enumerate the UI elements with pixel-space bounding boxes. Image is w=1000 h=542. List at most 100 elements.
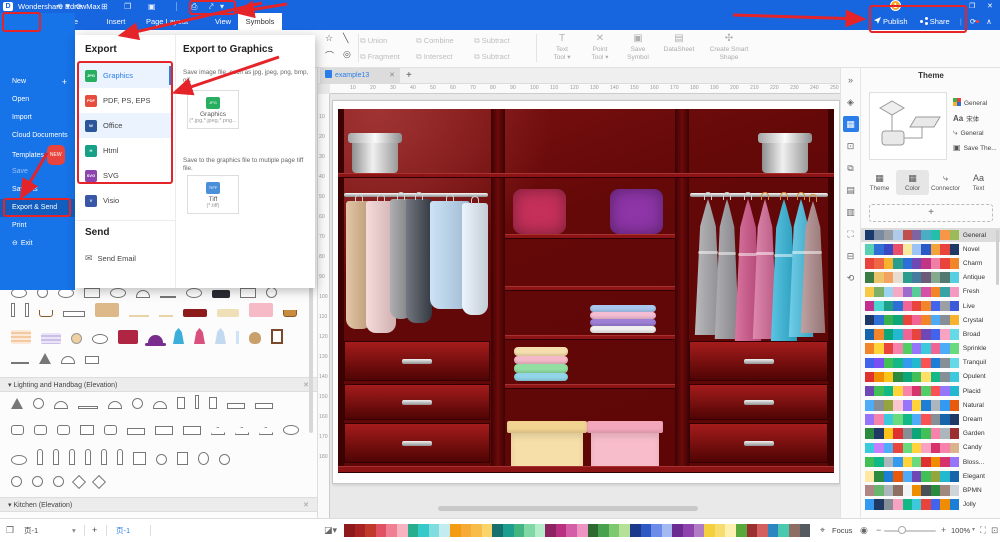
bool-op-subtract-button[interactable]: ⧉ Subtract	[474, 33, 530, 49]
section-header-lighting-handbag[interactable]: ▾ Lighting and Handbag (Elevation) ✕	[0, 377, 317, 392]
color-swatch[interactable]	[757, 524, 768, 537]
symbol-circle[interactable]	[266, 287, 277, 298]
hanging-garment[interactable]	[462, 196, 488, 315]
symbol-stack[interactable]	[41, 333, 61, 344]
theme-preview[interactable]	[869, 92, 947, 160]
symbol-oval[interactable]	[110, 288, 126, 298]
undo-caret-icon[interactable]: ▾	[66, 1, 70, 12]
color-swatch[interactable]	[630, 524, 641, 537]
symbol-tri[interactable]	[39, 353, 51, 364]
page-setup-icon[interactable]: ▤	[843, 182, 859, 198]
new-tab-button[interactable]: +	[406, 70, 412, 81]
theme-connector-row[interactable]: ⤷ General	[953, 128, 984, 138]
print-icon[interactable]: ⎙	[191, 1, 197, 12]
save-icon[interactable]: ▣	[148, 1, 156, 12]
symbol-dress[interactable]	[173, 328, 184, 344]
symbol-bag[interactable]	[34, 425, 47, 435]
symbol-gem[interactable]	[219, 454, 230, 465]
export-format-svg[interactable]: SVG SVG	[79, 163, 171, 188]
hanging-dress[interactable]	[800, 194, 826, 333]
theme-tab-connector[interactable]: ⤷ Connector	[929, 170, 962, 195]
color-swatch[interactable]	[651, 524, 662, 537]
collapse-ribbon-button[interactable]: ∧	[986, 17, 992, 26]
symbol-gem[interactable]	[11, 476, 22, 487]
export-format-visio[interactable]: V Visio	[79, 188, 171, 213]
graphics-export-card[interactable]: JPG Graphics (*.jpg,*.jpeg,*.png...	[187, 90, 239, 129]
fit-window-icon[interactable]: ⛶	[843, 226, 859, 242]
export-format-office[interactable]: W Office	[79, 113, 171, 138]
symbol-rect[interactable]	[127, 428, 145, 435]
pillow[interactable]	[610, 189, 663, 234]
section-header-kitchen[interactable]: ▾ Kitchen (Elevation) ✕	[0, 497, 317, 512]
export-format-pdf-ps-eps[interactable]: PDF PDF, PS, EPS	[79, 88, 171, 113]
undo-icon[interactable]: ⟲	[56, 1, 63, 12]
palette-fresh[interactable]: Fresh	[861, 285, 1000, 299]
theme-tab-theme[interactable]: ▦ Theme	[863, 170, 896, 195]
file-menu-item-cloud-documents[interactable]: Cloud Documents	[0, 127, 75, 145]
symbol-mirror[interactable]	[271, 329, 283, 344]
tiff-export-card[interactable]: TIFF Tiff (*.tiff)	[187, 175, 239, 214]
symbol-rect[interactable]	[183, 426, 201, 435]
line-tool-icon[interactable]: ╲	[343, 33, 348, 44]
palette-bpmn[interactable]: BPMN	[861, 483, 1000, 497]
symbol-fig[interactable]	[69, 449, 75, 465]
symbol-fig[interactable]	[53, 449, 59, 465]
freeform-tool-icon[interactable]: ◎	[343, 49, 351, 60]
color-swatch[interactable]	[587, 524, 599, 537]
color-swatch[interactable]	[418, 524, 429, 537]
color-swatch[interactable]	[672, 524, 683, 537]
horizontal-scrollbar[interactable]	[438, 506, 698, 511]
symbol-teddy[interactable]	[249, 332, 261, 344]
storage-box[interactable]	[587, 421, 663, 466]
file-menu-item-exit[interactable]: ⊖ Exit	[0, 235, 75, 253]
zoom-out-button[interactable]: −	[876, 519, 881, 542]
export-caret-icon[interactable]: ▾	[220, 1, 224, 12]
share-button[interactable]: Share	[919, 17, 950, 26]
symbol-heel[interactable]	[259, 427, 273, 435]
symbol-line[interactable]	[160, 296, 176, 298]
sync-button[interactable]: ⟳	[970, 17, 980, 26]
export-format-html[interactable]: H Html	[79, 138, 171, 163]
color-swatch[interactable]	[354, 524, 366, 537]
symbol-dome[interactable]	[54, 401, 68, 409]
zoom-value[interactable]: 100%	[951, 519, 970, 542]
palette-crystal[interactable]: Crystal	[861, 313, 1000, 327]
section-close-icon[interactable]: ✕	[303, 498, 309, 513]
symbol-dome[interactable]	[153, 401, 167, 409]
symbol-rect[interactable]	[80, 425, 94, 435]
color-swatch[interactable]	[704, 524, 715, 537]
symbol-heel[interactable]	[211, 427, 225, 435]
symbol-dress[interactable]	[215, 328, 226, 344]
symbol-bag[interactable]	[57, 425, 70, 435]
tool-create-smart-button[interactable]: ✣ Create Smart Shape	[703, 32, 755, 61]
color-swatch[interactable]	[555, 524, 567, 537]
symbol-bar[interactable]	[217, 309, 239, 317]
color-swatch[interactable]	[608, 524, 620, 537]
color-swatch[interactable]	[566, 524, 578, 537]
palette-garden[interactable]: Garden	[861, 427, 1000, 441]
color-swatch[interactable]	[661, 524, 673, 537]
symbol-gem[interactable]	[53, 476, 64, 487]
zoom-caret-icon[interactable]: ▾	[972, 519, 975, 542]
symbol-dome[interactable]	[61, 356, 75, 364]
symbol-oval[interactable]	[283, 425, 299, 435]
palette-elegant[interactable]: Elegant	[861, 469, 1000, 483]
palette-antique[interactable]: Antique	[861, 271, 1000, 285]
library-icon[interactable]: ▥	[843, 204, 859, 220]
color-swatch[interactable]	[524, 524, 535, 537]
collapse-panel-icon[interactable]: »	[843, 72, 859, 88]
symbol-rect[interactable]	[84, 288, 100, 298]
theme-tab-text[interactable]: Aa Text	[962, 170, 995, 195]
symbol-hanger[interactable]	[39, 310, 53, 317]
zoom-slider-knob[interactable]	[898, 526, 906, 534]
drawer[interactable]	[344, 341, 490, 381]
history-icon[interactable]: ⟲	[843, 270, 859, 286]
symbol-dia[interactable]	[91, 474, 107, 490]
palette-scrollbar[interactable]	[996, 230, 999, 285]
symbol-rect[interactable]	[255, 403, 273, 409]
symbol-rect[interactable]	[133, 452, 146, 465]
bool-op-subtract-button[interactable]: ⧉ Subtract	[474, 49, 530, 65]
close-tab-icon[interactable]: ✕	[389, 68, 395, 84]
symbol-candle[interactable]	[25, 303, 29, 317]
zoom-in-button[interactable]: +	[941, 519, 946, 542]
